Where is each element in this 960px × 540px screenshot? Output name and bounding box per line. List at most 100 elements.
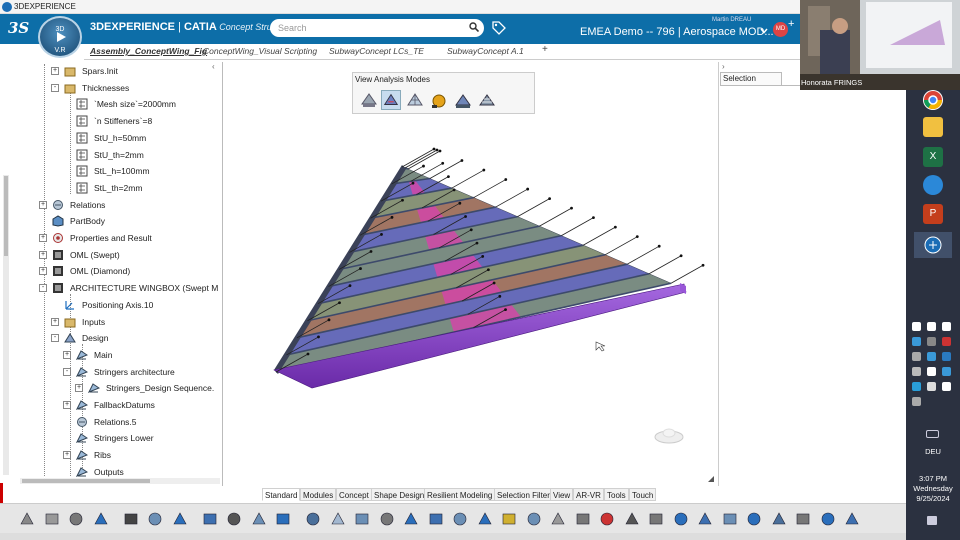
tab-subwayconcept-lcs[interactable]: SubwayConcept LCs_TE: [329, 46, 424, 56]
powerpoint-icon[interactable]: P: [923, 204, 943, 224]
toolbar-command-icon[interactable]: [201, 510, 219, 528]
tray-icon[interactable]: [912, 352, 921, 361]
tray-icon[interactable]: [912, 367, 921, 376]
tray-icon[interactable]: [927, 352, 936, 361]
tray-icon[interactable]: [912, 337, 921, 346]
tab-conceptwing-visual-scripting[interactable]: ConceptWing_Visual Scripting: [203, 46, 317, 56]
toolbar-command-icon[interactable]: [721, 510, 739, 528]
tray-icon[interactable]: [942, 322, 951, 331]
ds-logo-icon[interactable]: 3S: [8, 19, 29, 37]
toolbar-command-icon[interactable]: [427, 510, 445, 528]
toolbar-command-icon[interactable]: [451, 510, 469, 528]
selection-tab[interactable]: Selection: [720, 72, 782, 85]
robot-compass-icon[interactable]: [654, 428, 684, 444]
clock-date[interactable]: 9/25/2024: [906, 494, 960, 503]
tree-horizontal-scroll-thumb[interactable]: [22, 479, 150, 483]
clock-time[interactable]: 3:07 PM: [906, 474, 960, 483]
toolbar-command-icon[interactable]: [476, 510, 494, 528]
sphere-icon[interactable]: [429, 90, 449, 110]
tree-expander-icon[interactable]: +: [63, 401, 71, 409]
tree-expander-icon[interactable]: +: [39, 250, 47, 259]
chevron-down-icon[interactable]: [760, 28, 768, 34]
wing-model[interactable]: [224, 62, 718, 486]
tab-standard[interactable]: Standard: [262, 488, 301, 501]
tree-expander-icon[interactable]: +: [63, 350, 71, 359]
tab-view[interactable]: View: [550, 488, 574, 501]
tree-expander-icon[interactable]: +: [51, 67, 59, 75]
tab-ar-vr[interactable]: AR-VR: [573, 488, 604, 501]
notifications-icon[interactable]: [927, 516, 937, 525]
tab-resilient-modeling[interactable]: Resilient Modeling: [424, 488, 496, 501]
tree-expander-icon[interactable]: -: [63, 367, 71, 376]
analysis-mode-active-icon[interactable]: [381, 90, 401, 110]
toolbar-command-icon[interactable]: [745, 510, 763, 528]
tray-icon[interactable]: [942, 352, 951, 361]
toolbar-command-icon[interactable]: [250, 510, 268, 528]
toolbar-command-icon[interactable]: [770, 510, 788, 528]
toolbar-command-icon[interactable]: [353, 510, 371, 528]
toolbar-command-icon[interactable]: [525, 510, 543, 528]
toolbar-command-icon[interactable]: [500, 510, 518, 528]
tree-expander-icon[interactable]: -: [39, 284, 47, 293]
clock-day[interactable]: Wednesday: [906, 484, 960, 493]
tree-expander-icon[interactable]: +: [39, 267, 47, 276]
toolbar-command-icon[interactable]: [402, 510, 420, 528]
tray-icon[interactable]: [927, 382, 936, 391]
toolbar-command-icon[interactable]: [549, 510, 567, 528]
tree-expander-icon[interactable]: +: [51, 317, 59, 326]
toolbar-command-icon[interactable]: [67, 510, 85, 528]
material-view-icon[interactable]: [453, 90, 473, 110]
tab-shape-design[interactable]: Shape Design: [371, 488, 428, 501]
collapse-selection-icon[interactable]: ›: [722, 62, 725, 71]
tree-expander-icon[interactable]: +: [39, 200, 47, 209]
compass-icon[interactable]: 3D V.R: [38, 16, 82, 58]
tray-icon[interactable]: [912, 397, 921, 406]
toolbar-command-icon[interactable]: [696, 510, 714, 528]
toolbar-command-icon[interactable]: [574, 510, 592, 528]
search-input[interactable]: Search: [270, 19, 484, 37]
toolbar-command-icon[interactable]: [304, 510, 322, 528]
toolbar-command-icon[interactable]: [92, 510, 110, 528]
tray-icon[interactable]: [912, 382, 921, 391]
mesh-view-icon[interactable]: [405, 90, 425, 110]
tag-icon[interactable]: [492, 21, 506, 35]
tray-icon[interactable]: [942, 337, 951, 346]
language-indicator[interactable]: DEU: [906, 447, 960, 456]
search-icon[interactable]: [469, 22, 479, 32]
plus-icon[interactable]: +: [788, 19, 798, 30]
toolbar-command-icon[interactable]: [819, 510, 837, 528]
toolbar-command-icon[interactable]: [43, 510, 61, 528]
toolbar-command-icon[interactable]: [647, 510, 665, 528]
tray-icon[interactable]: [912, 322, 921, 331]
new-tab-icon[interactable]: +: [542, 44, 548, 55]
toolbar-command-icon[interactable]: [329, 510, 347, 528]
excel-icon[interactable]: X: [923, 147, 943, 167]
action-bar-scrollbar[interactable]: [0, 533, 906, 540]
toolbar-command-icon[interactable]: [623, 510, 641, 528]
toolbar-command-icon[interactable]: [225, 510, 243, 528]
tab-concept[interactable]: Concept: [336, 488, 372, 501]
tab-assembly-conceptwing[interactable]: Assembly_ConceptWing_Fig: [90, 46, 207, 56]
toolbar-command-icon[interactable]: [598, 510, 616, 528]
tray-icon[interactable]: [942, 367, 951, 376]
toolbar-command-icon[interactable]: [18, 510, 36, 528]
tray-icon[interactable]: [927, 367, 936, 376]
tree-vertical-scroll-thumb[interactable]: [4, 176, 8, 256]
tab-modules[interactable]: Modules: [300, 488, 337, 501]
keyboard-icon[interactable]: [926, 430, 939, 438]
tree-expander-icon[interactable]: -: [51, 334, 59, 343]
tree-expander-icon[interactable]: +: [63, 451, 71, 460]
toolbar-command-icon[interactable]: [378, 510, 396, 528]
onedrive-icon[interactable]: [923, 175, 943, 195]
tree-expander-icon[interactable]: +: [75, 384, 83, 393]
shaded-icon[interactable]: [359, 90, 379, 110]
toolbar-command-icon[interactable]: [146, 510, 164, 528]
tree-expander-icon[interactable]: +: [39, 234, 47, 242]
toolbar-command-icon[interactable]: [171, 510, 189, 528]
toolbar-command-icon[interactable]: [274, 510, 292, 528]
file-explorer-icon[interactable]: [923, 117, 943, 137]
chrome-icon[interactable]: [923, 90, 943, 110]
3d-viewport[interactable]: [224, 62, 718, 486]
tab-subwayconcept-a1[interactable]: SubwayConcept A.1: [447, 46, 524, 56]
toolbar-command-icon[interactable]: [122, 510, 140, 528]
